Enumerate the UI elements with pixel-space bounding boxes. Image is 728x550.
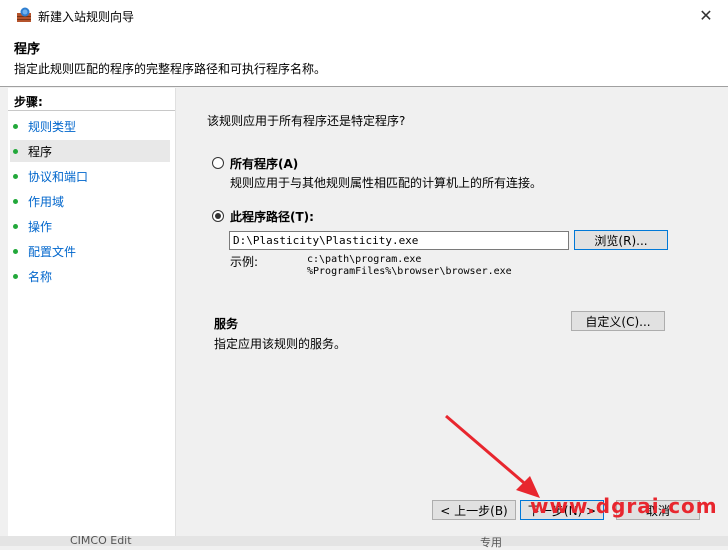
step-bullet-icon [13,248,18,254]
step-bullet-icon [13,198,18,204]
step-rule-type[interactable]: 规则类型 [10,115,170,137]
step-program[interactable]: 程序 [10,140,170,162]
step-label: 规则类型 [28,119,77,134]
step-bullet-icon [13,173,18,179]
watermark-logo: www.dgrai.com [530,494,718,518]
browse-button[interactable]: 浏览(R)... [574,230,668,250]
close-icon: ✕ [699,5,713,25]
this-program-radio[interactable] [212,210,224,222]
background-app-name: CIMCO Edit [70,534,132,547]
step-bullet-icon [13,123,18,129]
services-description: 指定应用该规则的服务。 [214,337,347,351]
steps-divider [8,110,175,111]
example-path-2: %ProgramFiles%\browser\browser.exe [307,266,512,277]
annotation-arrow-icon [445,414,540,498]
example-label: 示例: [230,255,259,269]
close-button[interactable]: ✕ [684,0,728,30]
step-label: 协议和端口 [28,169,89,184]
step-bullet-icon [13,273,18,279]
all-programs-label[interactable]: 所有程序(A) [230,155,298,172]
wizard-header [0,30,728,87]
all-programs-radio[interactable] [212,157,224,169]
program-path-input[interactable] [229,231,569,250]
step-name[interactable]: 名称 [10,265,170,287]
all-programs-description: 规则应用于与其他规则属性相匹配的计算机上的所有连接。 [230,176,543,190]
step-label: 作用域 [28,194,65,209]
background-app-label: 专用 [480,536,502,549]
steps-label: 步骤: [14,95,43,109]
step-bullet-icon [13,148,18,154]
step-label: 程序 [28,144,53,159]
page-description: 指定此规则匹配的程序的完整程序路径和可执行程序名称。 [14,62,327,76]
services-title: 服务 [214,317,239,331]
step-label: 操作 [28,219,53,234]
back-button[interactable]: < 上一步(B) [432,500,516,520]
step-label: 配置文件 [28,244,77,259]
step-bullet-icon [13,223,18,229]
customize-button[interactable]: 自定义(C)... [571,311,665,331]
firewall-icon [17,7,31,22]
step-scope[interactable]: 作用域 [10,190,170,212]
window-title: 新建入站规则向导 [38,10,135,24]
question-text: 该规则应用于所有程序还是特定程序? [207,114,406,128]
step-action[interactable]: 操作 [10,215,170,237]
step-profile[interactable]: 配置文件 [10,240,170,262]
example-path-1: c:\path\program.exe [307,254,422,265]
step-protocol-port[interactable]: 协议和端口 [10,165,170,187]
this-program-label[interactable]: 此程序路径(T): [230,208,314,225]
page-title: 程序 [14,42,41,57]
step-label: 名称 [28,269,53,284]
